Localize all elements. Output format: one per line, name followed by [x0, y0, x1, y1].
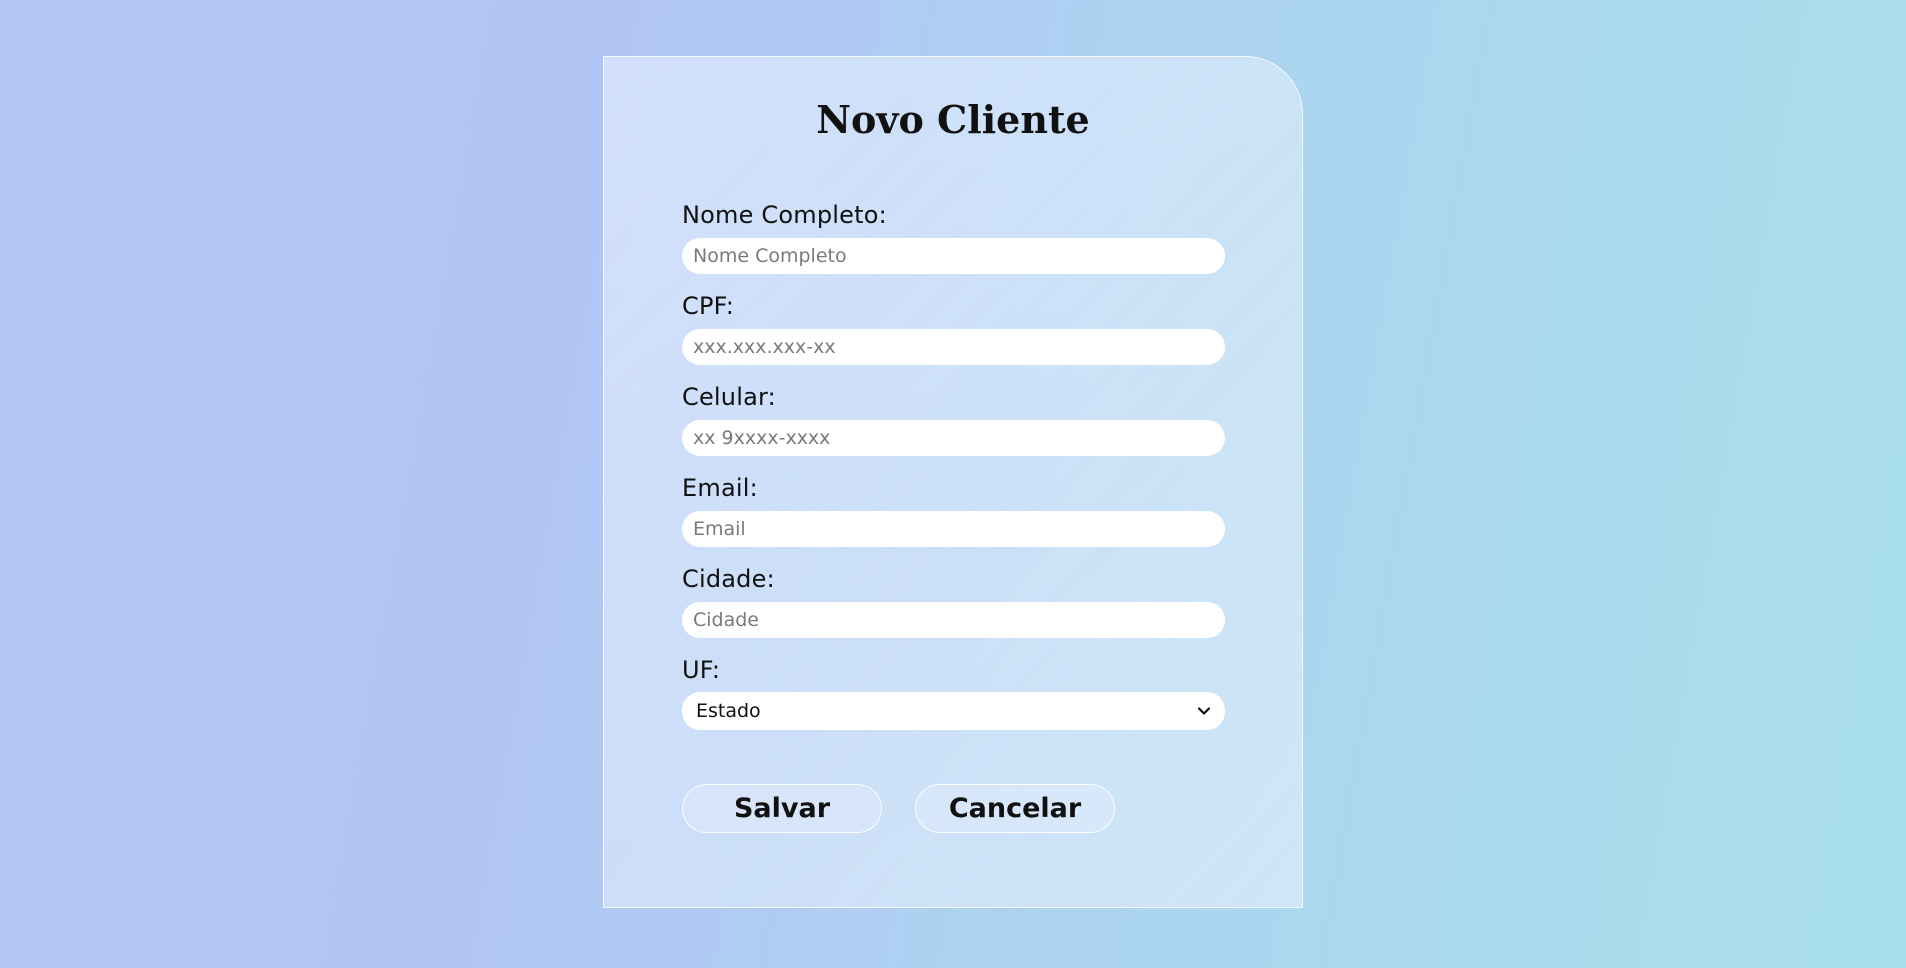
- uf-select[interactable]: Estado: [682, 692, 1225, 730]
- mobile-label: Celular:: [682, 383, 776, 411]
- chevron-down-icon: [1197, 707, 1211, 715]
- mobile-input[interactable]: [682, 420, 1225, 456]
- save-button[interactable]: Salvar: [682, 784, 882, 833]
- email-input[interactable]: [682, 511, 1225, 547]
- new-client-card: Novo Cliente Nome Completo: CPF: Celular…: [603, 56, 1303, 908]
- email-label: Email:: [682, 474, 758, 502]
- city-input[interactable]: [682, 602, 1225, 638]
- full-name-input[interactable]: [682, 238, 1225, 274]
- cancel-button[interactable]: Cancelar: [915, 784, 1115, 833]
- cpf-input[interactable]: [682, 329, 1225, 365]
- city-label: Cidade:: [682, 565, 775, 593]
- cpf-label: CPF:: [682, 292, 735, 320]
- full-name-label: Nome Completo:: [682, 201, 887, 229]
- uf-label: UF:: [682, 656, 721, 684]
- page-title: Novo Cliente: [816, 97, 1090, 142]
- uf-selected-value: Estado: [696, 700, 761, 722]
